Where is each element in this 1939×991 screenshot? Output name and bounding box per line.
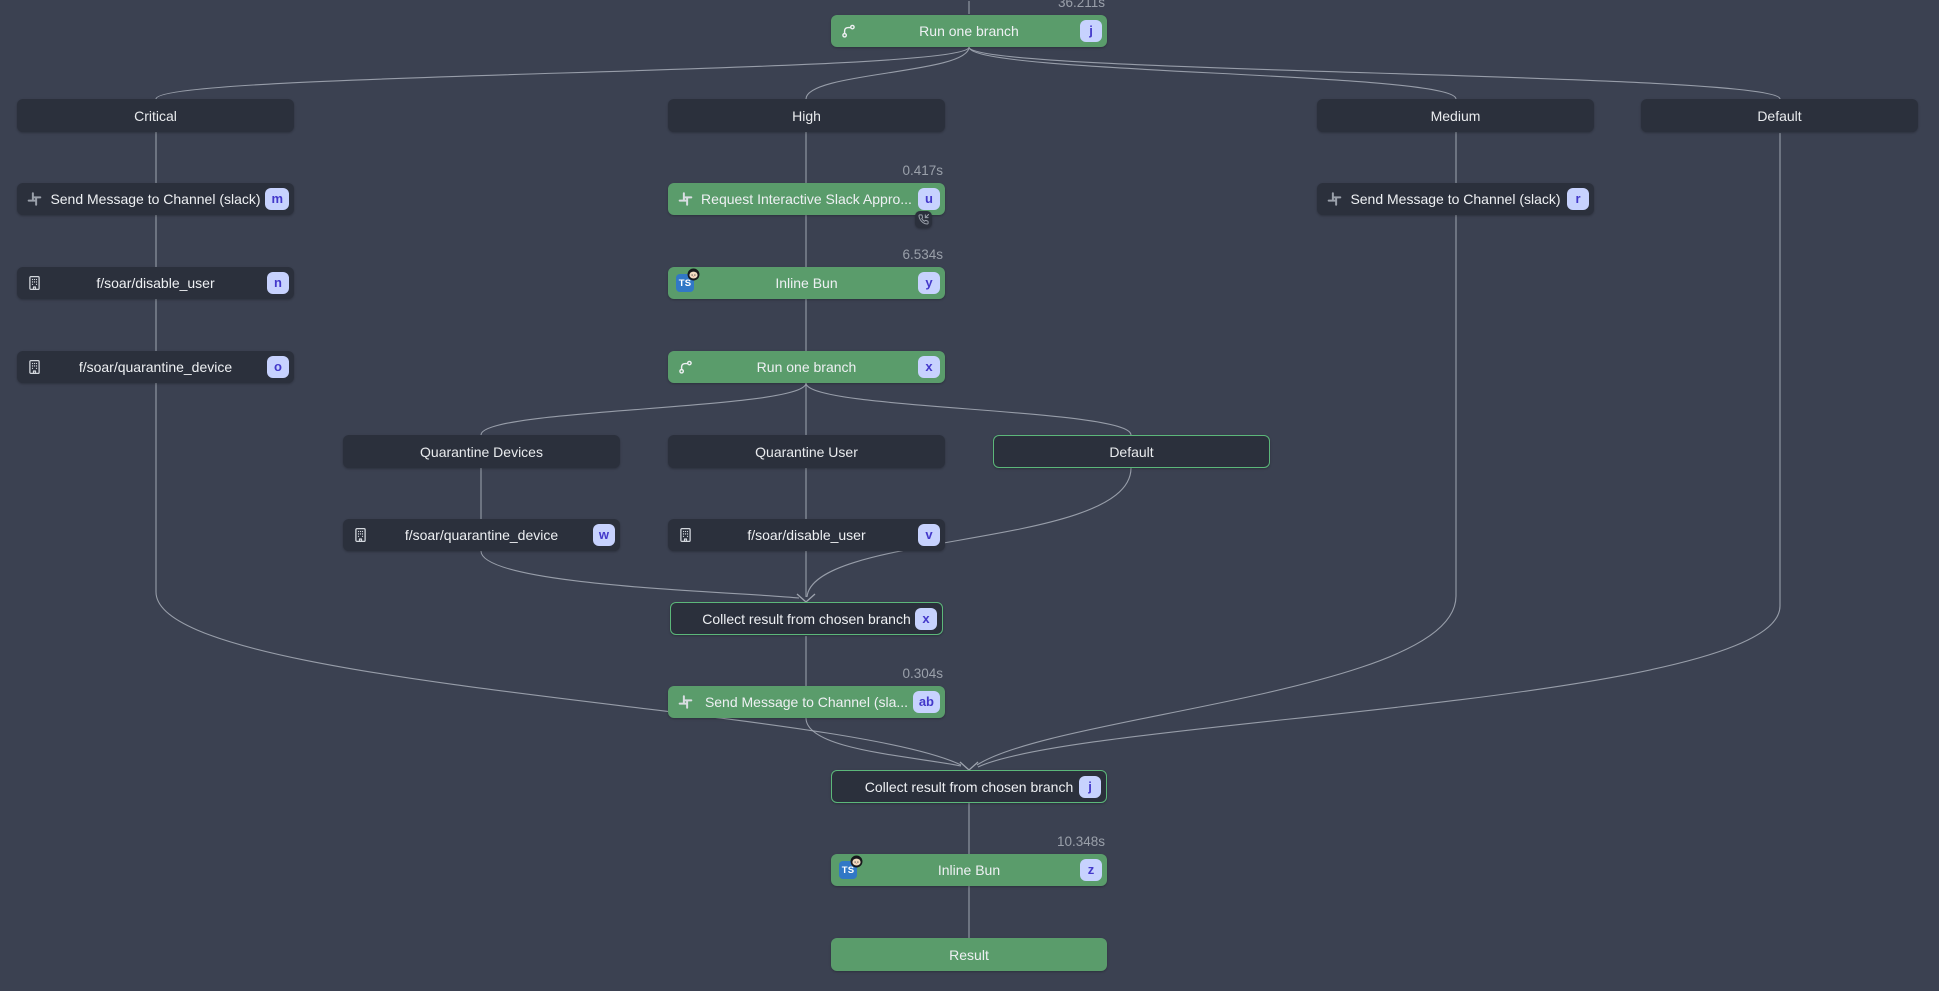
high-inline-bun[interactable]: TSInline Buny6.534s: [668, 267, 945, 299]
flow-edge: [977, 215, 1456, 765]
result[interactable]: Result: [831, 938, 1107, 971]
node-id-badge: r: [1567, 188, 1589, 210]
edge-arrowhead-icon: [960, 762, 978, 770]
node-label: Collect result from chosen branch: [865, 779, 1074, 795]
script-icon: [677, 527, 694, 544]
node-label: f/soar/quarantine_device: [405, 527, 558, 543]
node-label: f/soar/disable_user: [96, 275, 214, 291]
script-icon: [26, 275, 43, 292]
branch-header-high[interactable]: High: [668, 99, 945, 132]
high-request-slack-approval[interactable]: Request Interactive Slack Appro...u0.417…: [668, 183, 945, 215]
node-label: Inline Bun: [938, 862, 1000, 878]
branch-header-default[interactable]: Default: [1641, 99, 1918, 132]
node-label: Inline Bun: [775, 275, 837, 291]
flow-edge-layer: [0, 0, 1939, 991]
slack-icon: [1326, 191, 1343, 208]
flow-edge: [806, 718, 961, 766]
node-id-badge: w: [593, 524, 615, 546]
node-id-badge: v: [918, 524, 940, 546]
branch-header-critical[interactable]: Critical: [17, 99, 294, 132]
quser-disable-user-script[interactable]: f/soar/disable_user v: [668, 519, 945, 551]
node-label: Collect result from chosen branch: [702, 611, 911, 627]
node-id-badge: z: [1080, 859, 1102, 881]
node-duration: 36.211s: [1058, 0, 1105, 10]
subbranch-header-quarantine-devices[interactable]: Quarantine Devices: [343, 435, 620, 468]
critical-disable-user-script[interactable]: f/soar/disable_user n: [17, 267, 294, 299]
phone-incoming-icon: [915, 211, 932, 228]
script-icon: [26, 359, 43, 376]
node-label: Send Message to Channel (slack): [50, 191, 260, 207]
flow-edge: [481, 383, 806, 435]
node-label: Medium: [1431, 108, 1481, 124]
node-label: Default: [1109, 444, 1153, 460]
node-id-badge: j: [1079, 776, 1101, 798]
node-id-badge: n: [267, 272, 289, 294]
node-label: High: [792, 108, 821, 124]
node-label: f/soar/disable_user: [747, 527, 865, 543]
critical-quarantine-device-script[interactable]: f/soar/quarantine_device o: [17, 351, 294, 383]
start-run-one-branch[interactable]: Run one branchj36.211s: [831, 15, 1107, 47]
qdevices-quarantine-device-script[interactable]: f/soar/quarantine_device w: [343, 519, 620, 551]
flow-edge: [806, 383, 1131, 435]
slack-icon: [677, 694, 694, 711]
high-send-message-slack[interactable]: Send Message to Channel (sla...ab0.304s: [668, 686, 945, 718]
flow-edge: [156, 47, 969, 99]
bun-icon: [850, 855, 863, 868]
node-label: Run one branch: [919, 23, 1019, 39]
node-id-badge: m: [265, 188, 289, 210]
node-duration: 10.348s: [1057, 834, 1105, 849]
node-label: Send Message to Channel (sla...: [705, 694, 908, 710]
subbranch-header-default[interactable]: Default: [993, 435, 1270, 468]
collect-result-inner[interactable]: Collect result from chosen branchx: [670, 602, 943, 635]
node-id-badge: u: [918, 188, 940, 210]
node-id-badge: o: [267, 356, 289, 378]
bun-icon: [687, 268, 700, 281]
critical-send-message-slack[interactable]: Send Message to Channel (slack) m: [17, 183, 294, 215]
branch-header-medium[interactable]: Medium: [1317, 99, 1594, 132]
node-label: Critical: [134, 108, 177, 124]
typescript-bun-icon: TS: [676, 274, 694, 292]
branch-icon: [677, 359, 694, 376]
node-duration: 0.417s: [902, 163, 943, 178]
flow-canvas[interactable]: Run one branch j 36.211s Critical High Medium…: [0, 0, 1939, 991]
high-run-one-branch[interactable]: Run one branch x: [668, 351, 945, 383]
script-icon: [352, 527, 369, 544]
typescript-bun-icon: TS: [839, 861, 857, 879]
flow-edge: [969, 47, 1780, 99]
node-id-badge: ab: [913, 691, 940, 713]
node-duration: 6.534s: [902, 247, 943, 262]
node-label: f/soar/quarantine_device: [79, 359, 232, 375]
node-label: Request Interactive Slack Appro...: [701, 191, 912, 207]
branch-icon: [840, 23, 857, 40]
flow-edge: [481, 551, 799, 598]
node-label: Run one branch: [757, 359, 857, 375]
node-id-badge: x: [918, 356, 940, 378]
medium-send-message-slack[interactable]: Send Message to Channel (slack) r: [1317, 183, 1594, 215]
node-duration: 0.304s: [902, 666, 943, 681]
collect-result-outer[interactable]: Collect result from chosen branch j: [831, 770, 1107, 803]
final-inline-bun[interactable]: TSInline Bunz10.348s: [831, 854, 1107, 886]
node-label: Quarantine Devices: [420, 444, 543, 460]
node-label: Quarantine User: [755, 444, 858, 460]
node-id-badge: x: [915, 608, 937, 630]
node-label: Send Message to Channel (slack): [1350, 191, 1560, 207]
subbranch-header-quarantine-user[interactable]: Quarantine User: [668, 435, 945, 468]
slack-icon: [26, 191, 43, 208]
node-label: Result: [949, 947, 989, 963]
slack-icon: [677, 191, 694, 208]
node-id-badge: y: [918, 272, 940, 294]
node-id-badge: j: [1080, 20, 1102, 42]
node-label: Default: [1757, 108, 1801, 124]
